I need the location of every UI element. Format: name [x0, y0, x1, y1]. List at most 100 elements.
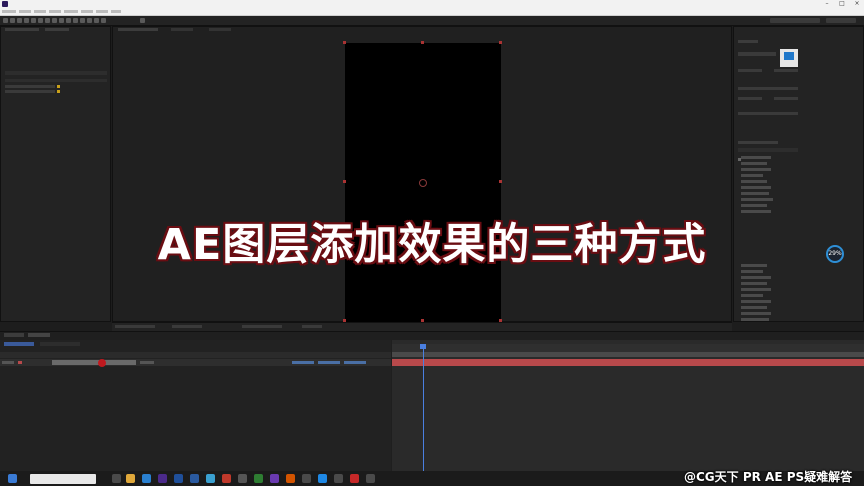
work-area-bar[interactable]	[392, 352, 864, 357]
project-tab[interactable]	[5, 28, 39, 31]
eraser-tool-icon[interactable]	[87, 18, 92, 23]
close-icon[interactable]: ×	[850, 0, 864, 8]
scale-field[interactable]	[774, 97, 798, 100]
effect-category-item[interactable]	[741, 186, 771, 189]
stroke-options[interactable]	[738, 87, 798, 90]
minimize-icon[interactable]: –	[820, 0, 834, 8]
effect-category-item[interactable]	[741, 318, 769, 321]
menu-item[interactable]	[96, 10, 108, 13]
effect-category-item[interactable]	[741, 294, 763, 297]
type-tool-icon[interactable]	[66, 18, 71, 23]
zoom-tool-icon[interactable]	[24, 18, 29, 23]
panel-tab[interactable]	[738, 40, 758, 43]
shape-tool-icon[interactable]	[52, 18, 57, 23]
snapping-icon[interactable]	[140, 18, 145, 23]
home-icon[interactable]	[3, 18, 8, 23]
transform-handle[interactable]	[343, 41, 346, 44]
app-icon[interactable]	[366, 474, 375, 483]
rotate-tool-icon[interactable]	[31, 18, 36, 23]
effect-category-item[interactable]	[741, 198, 773, 201]
layer-name[interactable]	[52, 360, 136, 365]
text-style-buttons[interactable]	[738, 112, 798, 115]
scale-field[interactable]	[738, 97, 762, 100]
effect-category-item[interactable]	[741, 204, 767, 207]
magnification-control[interactable]	[115, 325, 155, 328]
search-help-field[interactable]	[826, 18, 856, 23]
app-icon[interactable]	[222, 474, 231, 483]
layer-duration-bar[interactable]	[392, 359, 864, 366]
in-point-value[interactable]	[292, 361, 314, 364]
composition-tab[interactable]	[118, 28, 158, 31]
layer-row[interactable]	[0, 359, 391, 366]
app-icon[interactable]	[350, 474, 359, 483]
app-icon[interactable]	[238, 474, 247, 483]
effect-category-item[interactable]	[741, 162, 767, 165]
effect-category-item[interactable]	[741, 156, 771, 159]
font-size-field[interactable]	[738, 69, 762, 72]
effect-category-item[interactable]	[741, 312, 771, 315]
effects-presets-tab[interactable]	[738, 141, 778, 144]
view-options-control[interactable]	[302, 325, 322, 328]
app-icon[interactable]	[334, 474, 343, 483]
label-color-swatch[interactable]	[18, 361, 22, 364]
effect-category-item[interactable]	[741, 168, 771, 171]
composition-timeline-tab[interactable]	[28, 333, 50, 337]
hand-tool-icon[interactable]	[17, 18, 22, 23]
timecode-display[interactable]	[4, 342, 34, 346]
effects-search-input[interactable]	[738, 148, 798, 152]
blending-mode-select[interactable]	[140, 361, 154, 364]
photoshop-icon[interactable]	[174, 474, 183, 483]
duration-value[interactable]	[344, 361, 366, 364]
transform-handle[interactable]	[421, 41, 424, 44]
app-icon[interactable]	[302, 474, 311, 483]
effect-category-item[interactable]	[741, 300, 771, 303]
effect-category-item[interactable]	[741, 192, 769, 195]
puppet-tool-icon[interactable]	[101, 18, 106, 23]
av-switches[interactable]	[2, 361, 14, 364]
app-icon[interactable]	[318, 474, 327, 483]
layer-tab[interactable]	[171, 28, 193, 31]
current-time-display[interactable]	[172, 325, 202, 328]
menu-item[interactable]	[19, 10, 31, 13]
anchor-point-icon[interactable]	[419, 179, 427, 187]
effect-category-item[interactable]	[741, 288, 771, 291]
menu-item[interactable]	[2, 10, 16, 13]
app-icon[interactable]	[286, 474, 295, 483]
taskbar-search-input[interactable]	[30, 474, 96, 484]
effect-category-item[interactable]	[741, 306, 767, 309]
brush-tool-icon[interactable]	[73, 18, 78, 23]
camera-tool-icon[interactable]	[38, 18, 43, 23]
fill-color-swatch[interactable]	[784, 52, 794, 60]
project-item-row[interactable]	[5, 90, 55, 93]
workspace-selector[interactable]	[770, 18, 820, 23]
playhead-handle-icon[interactable]	[420, 344, 426, 349]
effect-category-item[interactable]	[741, 180, 767, 183]
menu-item[interactable]	[111, 10, 121, 13]
app-icon[interactable]	[254, 474, 263, 483]
effect-controls-tab[interactable]	[45, 28, 69, 31]
out-point-value[interactable]	[318, 361, 340, 364]
maximize-icon[interactable]: □	[835, 0, 849, 8]
browser-icon[interactable]	[142, 474, 151, 483]
pan-behind-tool-icon[interactable]	[45, 18, 50, 23]
app-icon[interactable]	[190, 474, 199, 483]
task-view-icon[interactable]	[112, 474, 121, 483]
resolution-control[interactable]	[242, 325, 282, 328]
app-icon[interactable]	[206, 474, 215, 483]
clone-tool-icon[interactable]	[80, 18, 85, 23]
effect-category-item[interactable]	[741, 174, 763, 177]
project-search-input[interactable]	[5, 71, 107, 75]
time-ruler[interactable]	[392, 344, 864, 352]
menu-item[interactable]	[64, 10, 78, 13]
file-explorer-icon[interactable]	[126, 474, 135, 483]
pen-tool-icon[interactable]	[59, 18, 64, 23]
after-effects-icon[interactable]	[158, 474, 167, 483]
roto-brush-tool-icon[interactable]	[94, 18, 99, 23]
menu-item[interactable]	[81, 10, 93, 13]
current-time-indicator[interactable]	[423, 344, 424, 471]
effect-category-item[interactable]	[741, 282, 767, 285]
selection-tool-icon[interactable]	[10, 18, 15, 23]
font-family-select[interactable]	[738, 52, 776, 56]
start-menu-icon[interactable]	[8, 474, 17, 483]
menu-item[interactable]	[49, 10, 61, 13]
